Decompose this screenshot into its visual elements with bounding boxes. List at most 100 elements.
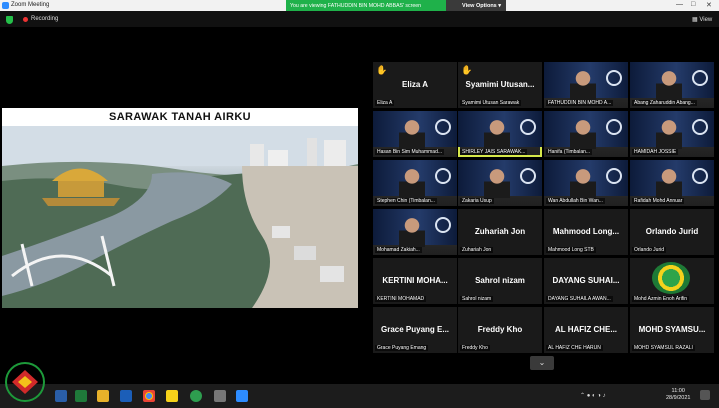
participant-display-name: Zuhariah Jon (474, 227, 526, 236)
participant-tile[interactable]: HAMIDAH JOSSIE (630, 111, 714, 157)
participant-name-label: DAYANG SUHAILA AWAN... (546, 296, 613, 302)
participant-person (656, 168, 682, 198)
zoom-app-icon (2, 2, 9, 9)
participant-display-name: Syamimi Utusan... (465, 80, 535, 89)
participant-name-label: Syamimi Utusan Sarawak (460, 100, 522, 106)
participant-display-name: MOHD SYAMSU... (638, 325, 706, 334)
participant-display-name: Mahmood Long... (552, 227, 620, 236)
background-emblem (520, 168, 536, 184)
participant-name-label: SHIRLEY JAIS SARAWAK... (460, 149, 528, 155)
background-emblem (606, 119, 622, 135)
participant-display-name: Freddy Kho (477, 325, 523, 334)
participant-tile[interactable]: Sahrol nizam Sahrol nizam (458, 258, 542, 304)
participant-person (656, 70, 682, 100)
participant-display-name: KERTINI MOHA... (382, 276, 448, 285)
participant-tile[interactable]: KERTINI MOHA... KERTINI MOHAMAD (373, 258, 457, 304)
settings-icon[interactable] (214, 390, 226, 402)
participant-name-label: Wan Abdullah Bin Wan... (546, 198, 605, 204)
participant-tile[interactable]: Wan Abdullah Bin Wan... (544, 160, 628, 206)
participant-name-label: Abang Zaharuddin Abang... (632, 100, 697, 106)
share-banner: You are viewing FATHUDDIN BIN MOHD ABBAS… (286, 0, 506, 11)
view-options-button[interactable]: View Options ▾ (446, 0, 506, 11)
participant-logo-icon (652, 262, 690, 294)
participant-tile[interactable]: SHIRLEY JAIS SARAWAK... (458, 111, 542, 157)
background-emblem (435, 217, 451, 233)
participant-tile[interactable]: DAYANG SUHAI... DAYANG SUHAILA AWAN... (544, 258, 628, 304)
participant-tile[interactable]: Mohamad Zakiah... (373, 209, 457, 255)
participant-display-name: Orlando Jurid (645, 227, 699, 236)
participant-tile[interactable]: ✋ Eliza A Eliza A (373, 62, 457, 108)
scroll-down-button[interactable]: ⌄ (530, 356, 554, 370)
participant-person (399, 119, 425, 149)
participant-name-label: AL HAFIZ CHE HARUN (546, 345, 603, 351)
recording-label: Recording (31, 16, 59, 22)
participant-name-label: Stephen Chin (Timbalan... (375, 198, 437, 204)
participant-tile[interactable]: Orlando Jurid Orlando Jurid (630, 209, 714, 255)
river-scene-illustration (2, 126, 358, 308)
view-label: View (699, 17, 713, 23)
notifications-icon[interactable] (700, 390, 710, 400)
sharing-message: You are viewing FATHUDDIN BIN MOHD ABBAS… (286, 0, 446, 11)
shared-screen-title: SARAWAK TANAH AIRKU (108, 111, 252, 123)
participant-tile[interactable]: MOHD SYAMSU... MOHD SYAMSUL RAZALI (630, 307, 714, 353)
participant-name-label: MOHD SYAMSUL RAZALI (632, 345, 695, 351)
sarawak-river-photo (2, 126, 358, 308)
participant-display-name: Grace Puyang E... (380, 325, 450, 334)
participant-name-label: Mohamad Zakiah... (375, 247, 422, 253)
participant-person (399, 168, 425, 198)
participant-tile[interactable]: Abang Zaharuddin Abang... (630, 62, 714, 108)
meeting-top-bar (0, 11, 719, 27)
background-emblem (606, 168, 622, 184)
excel-icon[interactable] (75, 390, 87, 402)
participant-person (484, 119, 510, 149)
shield-icon[interactable] (6, 16, 13, 24)
participant-tile[interactable]: Freddy Kho Freddy Kho (458, 307, 542, 353)
raised-hand-icon: ✋ (376, 65, 388, 75)
participant-tile[interactable]: Grace Puyang E... Grace Puyang Emang (373, 307, 457, 353)
chrome-icon[interactable] (143, 390, 155, 402)
zoom-taskbar-icon[interactable] (236, 390, 248, 402)
participant-name-label: Hanifa (Timbalan... (546, 149, 593, 155)
mail-icon[interactable] (120, 390, 132, 402)
participant-name-label: Sahrol nizam (460, 296, 494, 302)
view-button[interactable]: ▦ View (692, 16, 712, 23)
participant-name-label: Zuhariah Jon (460, 247, 494, 253)
participant-person (656, 119, 682, 149)
participant-name-label: Eliza A (375, 100, 395, 106)
file-manager-icon[interactable] (55, 390, 67, 402)
participant-tile[interactable]: ✋ Syamimi Utusan... Syamimi Utusan Sarawak (458, 62, 542, 108)
participant-person (399, 217, 425, 247)
participant-person (570, 168, 596, 198)
system-tray-icons[interactable]: ⌃ ● ◐ ◑ ♪ (580, 392, 606, 399)
background-emblem (435, 168, 451, 184)
participant-person (570, 70, 596, 100)
maximize-button[interactable]: □ (691, 1, 695, 8)
participant-name-label: Grace Puyang Emang (375, 345, 429, 351)
participant-tile[interactable]: Hanifa (Timbalan... (544, 111, 628, 157)
sticky-notes-icon[interactable] (166, 390, 178, 402)
organization-logo (5, 362, 45, 402)
participant-tile[interactable]: Zakaria Usup (458, 160, 542, 206)
participant-name-label: Zakaria Usup (460, 198, 494, 204)
participant-tile[interactable]: Rafidah Mohd Annuar (630, 160, 714, 206)
folder-icon[interactable] (97, 390, 109, 402)
participant-tile[interactable]: AL HAFIZ CHE... AL HAFIZ CHE HARUN (544, 307, 628, 353)
close-button[interactable]: ✕ (706, 1, 712, 9)
background-emblem (692, 119, 708, 135)
minimize-button[interactable]: — (676, 1, 683, 8)
window-title: Zoom Meeting (11, 2, 50, 8)
participant-tile[interactable]: Hasan Bin Sim Muhammad... (373, 111, 457, 157)
taskbar-clock[interactable]: 11:00 28/9/2021 (666, 388, 690, 402)
participant-tile[interactable]: Zuhariah Jon Zuhariah Jon (458, 209, 542, 255)
participant-name-label: Freddy Kho (460, 345, 490, 351)
background-emblem (606, 70, 622, 86)
participant-tile[interactable]: Stephen Chin (Timbalan... (373, 160, 457, 206)
chevron-down-icon: ⌄ (538, 358, 546, 367)
participant-tile[interactable]: FATHUDDIN BIN MOHD A... (544, 62, 628, 108)
background-emblem (435, 119, 451, 135)
participant-name-label: Mahmood Long STB (546, 247, 596, 253)
participant-tile[interactable]: Mohd Azmin Enoh Arifin (630, 258, 714, 304)
participant-display-name: DAYANG SUHAI... (552, 276, 620, 285)
whatsapp-icon[interactable] (190, 390, 202, 402)
participant-tile[interactable]: Mahmood Long... Mahmood Long STB (544, 209, 628, 255)
